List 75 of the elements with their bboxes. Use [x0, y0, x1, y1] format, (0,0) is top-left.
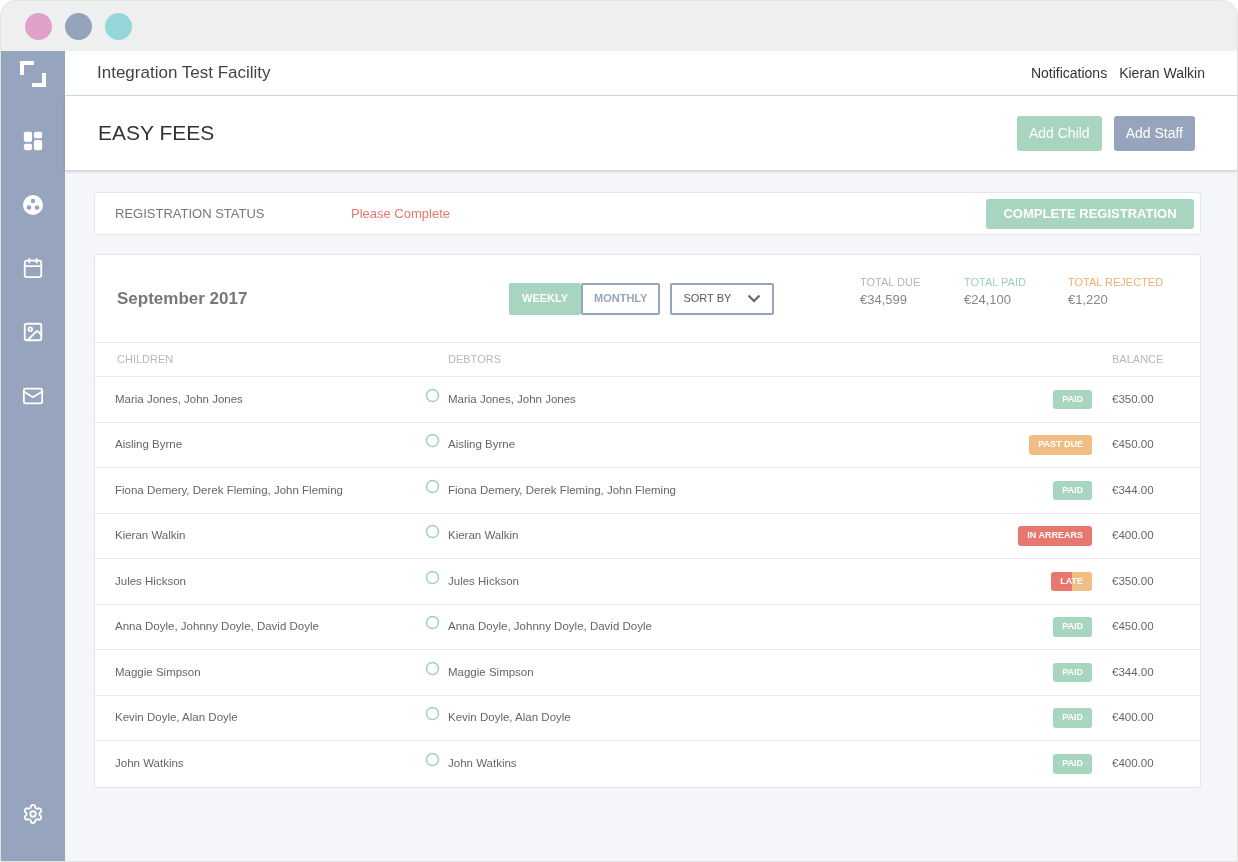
balance: €400.00	[1112, 528, 1155, 544]
radio-icon[interactable]	[425, 569, 440, 585]
child-names: Aisling Byrne	[114, 437, 184, 453]
child-names: Kevin Doyle, Alan Doyle	[114, 710, 239, 726]
calendar-icon[interactable]	[22, 257, 44, 279]
status-badge: PAID	[1053, 708, 1092, 728]
total-value: €34,599	[860, 291, 908, 309]
debtor-names: Maggie Simpson	[448, 664, 534, 680]
status-badge: PAID	[1053, 480, 1092, 500]
balance: €344.00	[1112, 482, 1155, 498]
image-icon[interactable]	[22, 321, 44, 343]
dashboard-icon[interactable]	[22, 130, 44, 152]
radio-icon[interactable]	[425, 478, 440, 494]
child-names: Anna Doyle, Johnny Doyle, David Doyle	[114, 619, 320, 635]
period-tab[interactable]: MONTHLY	[581, 282, 661, 315]
group-icon[interactable]	[22, 194, 44, 216]
balance: €350.00	[1112, 573, 1155, 589]
status-badge: LATE	[1051, 571, 1092, 591]
radio-icon[interactable]	[425, 615, 440, 631]
child-names: Maggie Simpson	[114, 664, 202, 680]
registration-status: Please Complete	[351, 204, 450, 223]
status-badge: IN ARREARS	[1018, 526, 1092, 546]
balance: €344.00	[1112, 664, 1155, 680]
debtor-names: Jules Hickson	[448, 573, 519, 589]
settings-icon[interactable]	[22, 803, 44, 825]
period-tab[interactable]: WEEKLY	[509, 282, 582, 315]
period-title: September 2017	[117, 287, 249, 310]
debtor-names: John Watkins	[448, 756, 517, 772]
radio-icon[interactable]	[425, 706, 440, 722]
radio-icon[interactable]	[425, 524, 440, 540]
child-names: Kieran Walkin	[114, 528, 187, 544]
status-badge: PAID	[1053, 617, 1092, 637]
balance: €350.00	[1112, 391, 1155, 407]
status-badge: PAID	[1053, 754, 1092, 774]
page-title: EASY FEES	[98, 120, 215, 147]
child-names: Maria Jones, John Jones	[114, 391, 244, 407]
balance: €400.00	[1112, 710, 1155, 726]
logo-icon[interactable]	[20, 61, 46, 87]
status-badge: PAST DUE	[1029, 435, 1092, 455]
column-header: DEBTORS	[448, 352, 501, 368]
sort-dropdown[interactable]: SORT BY	[670, 282, 775, 315]
radio-icon[interactable]	[425, 387, 440, 403]
column-header: BALANCE	[1112, 352, 1165, 368]
child-names: Jules Hickson	[114, 573, 187, 589]
radio-icon[interactable]	[425, 433, 440, 449]
registration-label: REGISTRATION STATUS	[115, 204, 266, 223]
child-names: Fiona Demery, Derek Fleming, John Fleming	[114, 482, 344, 498]
header-link[interactable]: Kieran Walkin	[1119, 62, 1205, 84]
debtor-names: Kieran Walkin	[448, 528, 519, 544]
complete-registration-button[interactable]: COMPLETE REGISTRATION	[986, 198, 1194, 229]
balance: €450.00	[1112, 619, 1155, 635]
debtor-names: Maria Jones, John Jones	[448, 391, 576, 407]
radio-icon[interactable]	[425, 660, 440, 676]
column-header: CHILDREN	[116, 352, 175, 368]
debtor-names: Kevin Doyle, Alan Doyle	[448, 710, 571, 726]
debtor-names: Anna Doyle, Johnny Doyle, David Doyle	[448, 619, 652, 635]
debtor-names: Fiona Demery, Derek Fleming, John Fleming	[448, 482, 676, 498]
header-link[interactable]: Notifications	[1030, 62, 1108, 84]
header-button[interactable]: Add Staff	[1113, 115, 1195, 151]
total-label: TOTAL REJECTED	[1068, 274, 1165, 290]
status-badge: PAID	[1053, 389, 1092, 409]
total-value: €24,100	[964, 291, 1012, 309]
total-value: €1,220	[1068, 291, 1109, 309]
total-label: TOTAL PAID	[964, 274, 1027, 290]
mail-icon[interactable]	[22, 385, 44, 407]
balance: €450.00	[1112, 437, 1155, 453]
radio-icon[interactable]	[425, 752, 440, 768]
child-names: John Watkins	[114, 756, 185, 772]
debtor-names: Aisling Byrne	[448, 437, 516, 453]
total-label: TOTAL DUE	[860, 274, 922, 290]
chevron-down-icon	[747, 294, 762, 303]
status-badge: PAID	[1053, 662, 1092, 682]
balance: €400.00	[1112, 756, 1155, 772]
facility-name: Integration Test Facility	[97, 62, 271, 85]
header-button[interactable]: Add Child	[1016, 115, 1102, 151]
